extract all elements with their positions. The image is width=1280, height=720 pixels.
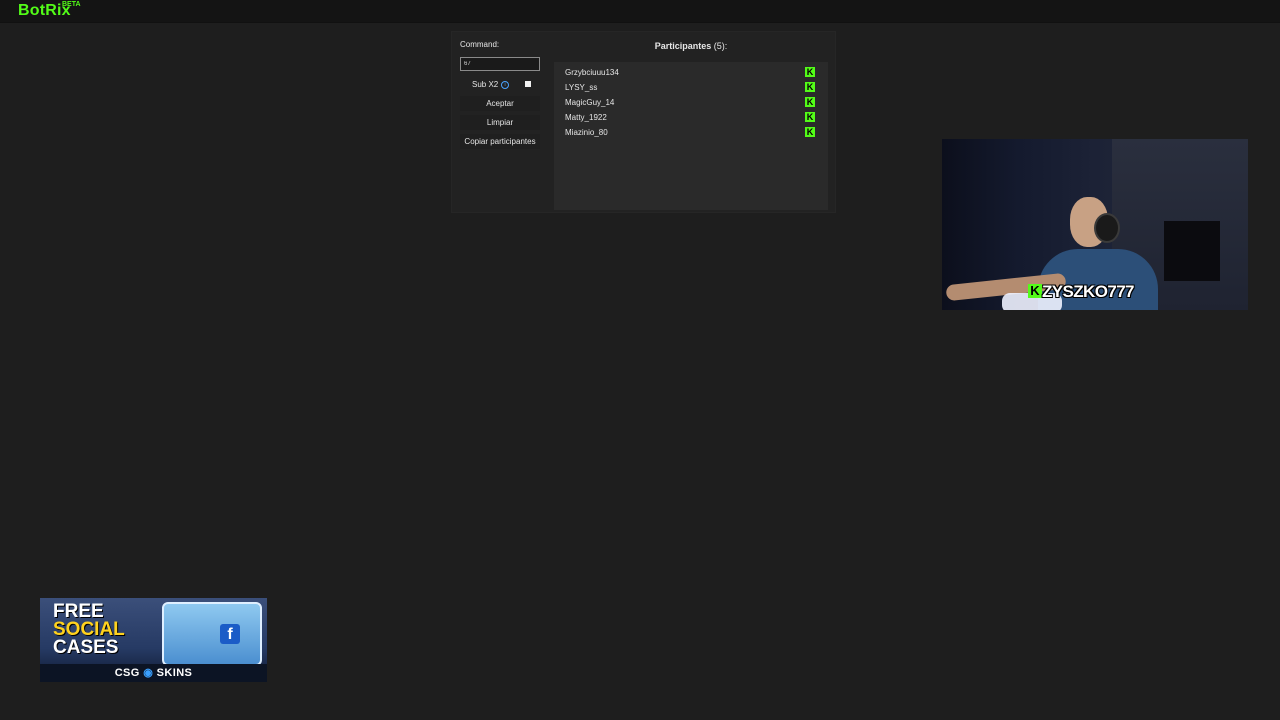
kick-icon: K [805, 67, 815, 77]
giveaway-panel: Command: Sub X2 i Aceptar Limpiar Copiar… [451, 31, 836, 213]
command-input[interactable] [460, 57, 540, 71]
ad-headline: FREE SOCIAL CASES [53, 602, 125, 658]
participant-name: Matty_1922 [565, 113, 607, 122]
participants-count: (5): [713, 41, 728, 51]
webcam-overlay: K ZYSZKO777 [942, 139, 1248, 310]
ad-brand-right: SKINS [156, 667, 193, 679]
participants-title-text: Participantes [654, 41, 712, 51]
kick-icon: K [805, 127, 815, 137]
participants-column: Participantes (5): Grzybciuuu134 K LYSY_… [554, 40, 828, 210]
command-label: Command: [460, 40, 500, 49]
webcam-monitor [1164, 221, 1220, 281]
list-item[interactable]: MagicGuy_14 K [554, 95, 828, 110]
controls-column: Command: Sub X2 i Aceptar Limpiar Copiar… [460, 40, 542, 149]
case-image [162, 602, 262, 666]
ad-brand: CSG ◉ SKINS [40, 666, 267, 679]
sub-x2-checkbox[interactable] [525, 81, 531, 87]
top-bar: BotRix BETA [0, 0, 1280, 23]
beta-badge: BETA [62, 1, 81, 8]
ad-line-cases: CASES [53, 637, 119, 658]
list-item[interactable]: Miazinio_80 K [554, 125, 828, 140]
kick-icon: K [805, 97, 815, 107]
info-icon[interactable]: i [501, 81, 509, 89]
sub-x2-row: Sub X2 i [460, 78, 542, 92]
facebook-icon: f [220, 624, 240, 644]
list-item[interactable]: Matty_1922 K [554, 110, 828, 125]
sub-x2-label: Sub X2 [472, 80, 499, 89]
ad-brand-left: CSG [114, 667, 140, 679]
clear-button[interactable]: Limpiar [460, 115, 540, 130]
participants-title: Participantes (5): [554, 40, 828, 54]
copy-participants-button[interactable]: Copiar participantes [460, 134, 540, 149]
accept-button[interactable]: Aceptar [460, 96, 540, 111]
participant-name: LYSY_ss [565, 83, 598, 92]
kick-icon: K [1028, 284, 1042, 298]
headset-icon [1094, 213, 1120, 243]
streamer-name: ZYSZKO777 [1042, 282, 1135, 301]
list-item[interactable]: LYSY_ss K [554, 80, 828, 95]
csgo-skins-ad[interactable]: f FREE SOCIAL CASES CSG ◉ SKINS [40, 598, 267, 682]
kick-icon: K [805, 112, 815, 122]
participant-name: Grzybciuuu134 [565, 68, 619, 77]
participant-name: Miazinio_80 [565, 128, 608, 137]
participants-list: Grzybciuuu134 K LYSY_ss K MagicGuy_14 K … [554, 62, 828, 210]
participant-name: MagicGuy_14 [565, 98, 615, 107]
brand-dot-icon: ◉ [139, 667, 157, 679]
kick-icon: K [805, 82, 815, 92]
list-item[interactable]: Grzybciuuu134 K [554, 65, 828, 80]
